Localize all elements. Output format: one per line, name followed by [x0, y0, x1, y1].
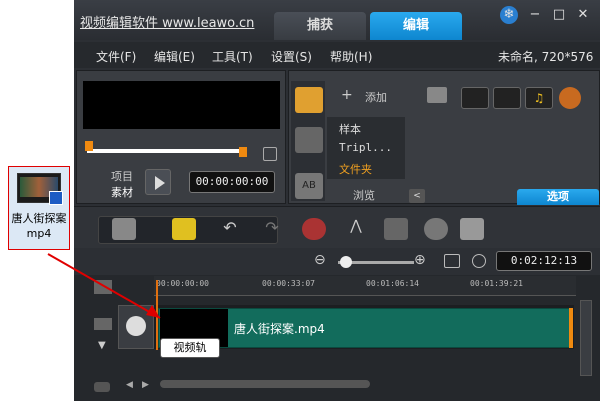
reel-icon[interactable]: [559, 87, 581, 109]
show-photo-icon[interactable]: [493, 87, 521, 109]
mark-out-handle[interactable]: [239, 147, 247, 157]
options-button[interactable]: 选项: [517, 189, 599, 205]
maximize-icon[interactable]: □: [550, 6, 568, 24]
mode-project[interactable]: 项目: [111, 168, 133, 184]
auto-music-icon[interactable]: [384, 218, 408, 240]
zoom-out-icon[interactable]: ⊖: [314, 252, 326, 268]
show-audio-icon[interactable]: ♫: [525, 87, 553, 109]
timeline-vertical-scrollbar[interactable]: [580, 300, 592, 376]
track-manager-icon[interactable]: [94, 280, 112, 294]
app-window: 视频编辑软件 www.leawo.cn 捕获 编辑 ❄ − □ ✕ 文件(F) …: [74, 0, 600, 401]
audio-mixer-icon[interactable]: ⋀: [344, 218, 368, 240]
video-track-icon: [126, 316, 146, 336]
app-title: 视频编辑软件 www.leawo.cn: [80, 16, 255, 31]
timecode-field[interactable]: 00:00:00:00: [189, 171, 275, 193]
add-icon[interactable]: +: [341, 87, 353, 103]
snapshot-icon[interactable]: [263, 147, 277, 161]
track-tooltip: 视频轨: [160, 338, 220, 358]
collapse-track-icon[interactable]: ▼: [98, 340, 106, 351]
close-icon[interactable]: ✕: [574, 6, 592, 24]
title-tab-icon[interactable]: AB: [295, 173, 323, 199]
scrub-bar[interactable]: [87, 149, 245, 153]
playhead[interactable]: [156, 280, 158, 350]
library-folder-list: 样本 Tripl... 文件夹: [327, 117, 405, 179]
track-lock-icon[interactable]: [94, 318, 112, 330]
menu-help[interactable]: 帮助(H): [330, 48, 372, 65]
desktop-file-name: 唐人街探案 mp4: [11, 212, 67, 240]
media-tab-icon[interactable]: [295, 87, 323, 113]
track-toggle-icon[interactable]: [94, 382, 110, 392]
transition-tab-icon[interactable]: [295, 127, 323, 153]
subtitle-icon[interactable]: [460, 218, 484, 240]
folder-sample[interactable]: 样本: [339, 121, 361, 137]
timeline-horizontal-scrollbar[interactable]: [160, 380, 370, 388]
preview-player: 项目 素材 00:00:00:00: [76, 70, 286, 204]
motion-track-icon[interactable]: [424, 218, 448, 240]
timeline-view-icon[interactable]: [172, 218, 196, 240]
clock-icon: [472, 254, 486, 268]
preview-screen: [83, 81, 280, 129]
snowflake-icon[interactable]: ❄: [500, 6, 518, 24]
fit-timeline-icon[interactable]: [444, 254, 460, 268]
show-video-icon[interactable]: [461, 87, 489, 109]
menu-edit[interactable]: 编辑(E): [154, 48, 195, 65]
minimize-icon[interactable]: −: [526, 6, 544, 24]
menu-tools[interactable]: 工具(T): [212, 48, 253, 65]
menu-file[interactable]: 文件(F): [96, 48, 136, 65]
tab-capture[interactable]: 捕获: [274, 12, 366, 40]
ruler-tick: 00:01:06:14: [366, 279, 419, 288]
add-button[interactable]: 添加: [365, 89, 387, 105]
redo-icon[interactable]: ↷: [260, 218, 284, 240]
zoom-slider-handle[interactable]: [340, 256, 352, 268]
record-capture-icon[interactable]: [302, 218, 326, 240]
undo-icon[interactable]: ↶: [218, 218, 242, 240]
project-info: 未命名, 720*576: [498, 50, 594, 64]
ruler-tick: 00:00:33:07: [262, 279, 315, 288]
clip-end-handle[interactable]: [569, 308, 573, 348]
film-badge-icon: [49, 191, 63, 205]
scroll-left-icon[interactable]: ◀: [126, 380, 133, 390]
tab-edit[interactable]: 编辑: [370, 12, 462, 40]
menu-settings[interactable]: 设置(S): [271, 48, 312, 65]
storyboard-view-icon[interactable]: [112, 218, 136, 240]
nav-left-icon[interactable]: <: [409, 189, 425, 203]
ruler-tick: 00:01:39:21: [470, 279, 523, 288]
open-folder-icon[interactable]: [427, 87, 447, 103]
desktop-video-file[interactable]: 唐人街探案 mp4: [8, 166, 70, 250]
play-button[interactable]: [145, 169, 171, 195]
clip-name: 唐人街探案.mp4: [234, 322, 325, 336]
scroll-right-icon[interactable]: ▶: [142, 380, 149, 390]
browse-button[interactable]: 浏览: [353, 187, 375, 203]
mode-clip[interactable]: 素材: [111, 184, 133, 200]
zoom-in-icon[interactable]: ⊕: [414, 252, 426, 268]
library-side-tabs: AB: [291, 81, 325, 201]
title-bar: 视频编辑软件 www.leawo.cn 捕获 编辑 ❄ − □ ✕: [74, 0, 600, 40]
mark-in-handle[interactable]: [85, 141, 93, 151]
folder-triple[interactable]: Tripl...: [339, 141, 392, 154]
folder-folder[interactable]: 文件夹: [339, 161, 372, 177]
media-library: AB + 添加 样本 Tripl... 文件夹 浏览 ♫ < 选项: [288, 70, 600, 205]
ruler-tick: 00:00:00:00: [156, 279, 209, 288]
project-duration: 0:02:12:13: [496, 251, 592, 271]
